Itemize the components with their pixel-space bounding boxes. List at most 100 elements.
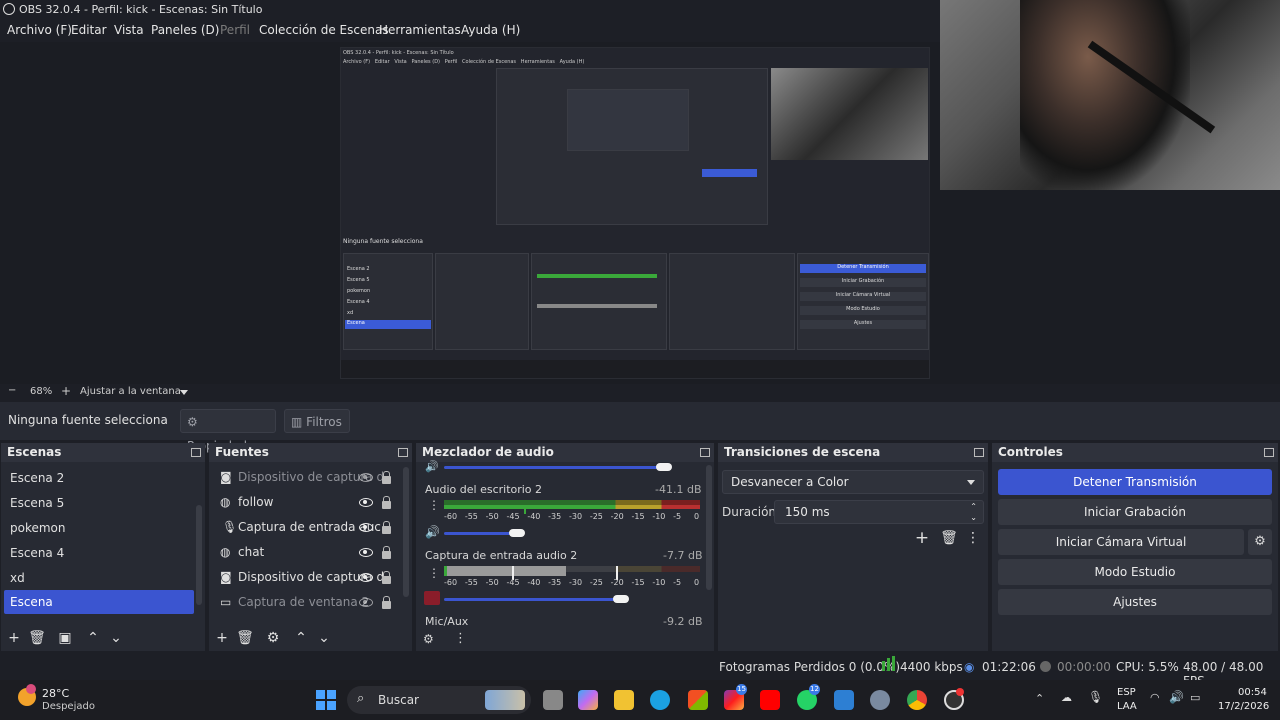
battery-icon[interactable]: ▭ [1190, 691, 1200, 704]
trash-icon[interactable]: 🗑 [236, 629, 254, 647]
scene-item[interactable]: xd [4, 566, 194, 590]
sources-scrollbar[interactable] [403, 467, 409, 597]
copilot-icon[interactable] [578, 690, 598, 710]
menu-herramientas[interactable]: Herramientas [379, 23, 461, 37]
trash-icon[interactable]: 🗑 [940, 529, 958, 547]
speaker-icon[interactable]: 🔊 [425, 525, 440, 539]
eye-icon[interactable] [359, 548, 373, 557]
source-item[interactable]: ◙ Dispositivo de captura d [212, 465, 408, 489]
window-app-icon[interactable] [834, 690, 854, 710]
mixer-settings-icon[interactable]: ⚙ [423, 632, 434, 646]
source-item[interactable]: ◍ follow [212, 490, 408, 514]
settings-gear-icon[interactable] [870, 690, 890, 710]
volume-slider[interactable] [444, 598, 624, 601]
tray-app-icon[interactable]: ☁ [1061, 691, 1072, 704]
move-up-icon[interactable]: ⌃ [84, 629, 102, 647]
move-up-icon[interactable]: ⌃ [292, 629, 310, 647]
preview-canvas[interactable]: OBS 32.0.4 - Perfil: kick - Escenas: Sin… [340, 47, 930, 379]
store-icon[interactable] [688, 690, 708, 710]
clock-time[interactable]: 00:54 [1238, 687, 1267, 698]
lock-icon[interactable] [382, 496, 391, 509]
source-item[interactable]: 🎙 Captura de entrada auc [212, 515, 408, 539]
virtual-camera-settings-icon[interactable]: ⚙ [1248, 529, 1272, 555]
wifi-icon[interactable]: ◠ [1150, 691, 1160, 704]
spin-up-icon[interactable]: ⌃ [970, 501, 977, 512]
zoom-dropdown-icon[interactable] [180, 390, 188, 395]
start-recording-button[interactable]: Iniciar Grabación [998, 499, 1272, 525]
transition-menu-icon[interactable]: ⋮ [964, 529, 982, 547]
menu-ayuda[interactable]: Ayuda (H) [461, 23, 520, 37]
undock-icon[interactable] [1264, 448, 1274, 457]
undock-icon[interactable] [191, 448, 201, 457]
menu-perfil[interactable]: Perfil [220, 23, 250, 37]
move-down-icon[interactable]: ⌄ [107, 629, 125, 647]
hidden-eye-icon[interactable] [359, 473, 373, 482]
source-item[interactable]: ◙ Dispositivo de captura d [212, 565, 408, 589]
menu-coleccion-escenas[interactable]: Colección de Escenas [259, 23, 389, 37]
spin-down-icon[interactable]: ⌄ [970, 512, 977, 523]
undock-icon[interactable] [974, 448, 984, 457]
eye-icon[interactable] [359, 498, 373, 507]
scene-filters-icon[interactable]: ▣ [56, 629, 74, 647]
undock-icon[interactable] [398, 448, 408, 457]
file-explorer-icon[interactable] [614, 690, 634, 710]
muted-speaker-icon[interactable] [424, 591, 440, 605]
zoom-in-button[interactable]: + [61, 384, 71, 398]
lock-icon[interactable] [382, 571, 391, 584]
stop-streaming-button[interactable]: Detener Transmisión [998, 469, 1272, 495]
menu-archivo[interactable]: Archivo (F) [7, 23, 72, 37]
volume-slider[interactable] [444, 532, 518, 535]
clock-date[interactable]: 17/2/2026 [1218, 701, 1269, 712]
volume-icon[interactable]: 🔊 [1169, 690, 1184, 704]
trash-icon[interactable]: 🗑 [28, 629, 46, 647]
source-item[interactable]: ◍ chat [212, 540, 408, 564]
studio-mode-button[interactable]: Modo Estudio [998, 559, 1272, 585]
lock-icon[interactable] [382, 546, 391, 559]
gear-icon[interactable]: ⚙ [264, 629, 282, 647]
scene-item[interactable]: Escena 2 [4, 466, 194, 490]
eye-icon[interactable] [359, 573, 373, 582]
channel-menu-icon[interactable]: ⋮ [428, 566, 440, 580]
scenes-scrollbar[interactable] [196, 505, 202, 605]
move-down-icon[interactable]: ⌄ [315, 629, 333, 647]
scene-item-selected[interactable]: Escena [4, 590, 194, 614]
eye-icon[interactable] [359, 523, 373, 532]
volume-slider[interactable] [444, 466, 664, 469]
menu-editar[interactable]: Editar [71, 23, 107, 37]
windows-start-icon[interactable] [316, 690, 336, 710]
properties-button[interactable]: ⚙ Propiedades [180, 409, 276, 453]
source-item[interactable]: ▭ Captura de ventana 2 [212, 590, 408, 614]
add-scene-icon[interactable]: + [5, 629, 23, 647]
microphone-icon[interactable]: 🎙 [1088, 690, 1103, 704]
filters-button[interactable]: ▥ Filtros [284, 409, 350, 433]
lock-icon[interactable] [382, 521, 391, 534]
hidden-eye-icon[interactable] [359, 598, 373, 607]
language-top[interactable]: ESP [1117, 687, 1136, 698]
volume-knob[interactable] [613, 595, 629, 603]
edge-icon[interactable] [650, 690, 670, 710]
task-view-icon[interactable] [543, 690, 563, 710]
add-transition-icon[interactable]: + [913, 529, 931, 547]
language-bottom[interactable]: LAA [1117, 701, 1137, 712]
lock-icon[interactable] [382, 471, 391, 484]
add-source-icon[interactable]: + [213, 629, 231, 647]
start-virtual-camera-button[interactable]: Iniciar Cámara Virtual [998, 529, 1244, 555]
volume-knob[interactable] [509, 529, 525, 537]
search-box[interactable]: ⌕ Buscar [347, 686, 531, 714]
zoom-out-button[interactable]: − [8, 385, 16, 396]
chrome-icon[interactable] [907, 690, 927, 710]
undock-icon[interactable] [700, 448, 710, 457]
lock-icon[interactable] [382, 596, 391, 609]
transition-select[interactable]: Desvanecer a Color [722, 470, 984, 494]
volume-knob[interactable] [656, 463, 672, 471]
mixer-menu-icon[interactable]: ⋮ [454, 631, 467, 646]
duration-spinbox[interactable]: 150 ms ⌃ ⌄ [774, 500, 984, 524]
scene-item[interactable]: Escena 5 [4, 491, 194, 515]
speaker-icon[interactable]: 🔊 [425, 460, 439, 473]
scene-item[interactable]: Escena 4 [4, 541, 194, 565]
mixer-scrollbar[interactable] [706, 465, 712, 590]
channel-menu-icon[interactable]: ⋮ [428, 498, 440, 512]
chevron-up-icon[interactable]: ⌃ [1035, 692, 1044, 705]
settings-button[interactable]: Ajustes [998, 589, 1272, 615]
scene-item[interactable]: pokemon [4, 516, 194, 540]
